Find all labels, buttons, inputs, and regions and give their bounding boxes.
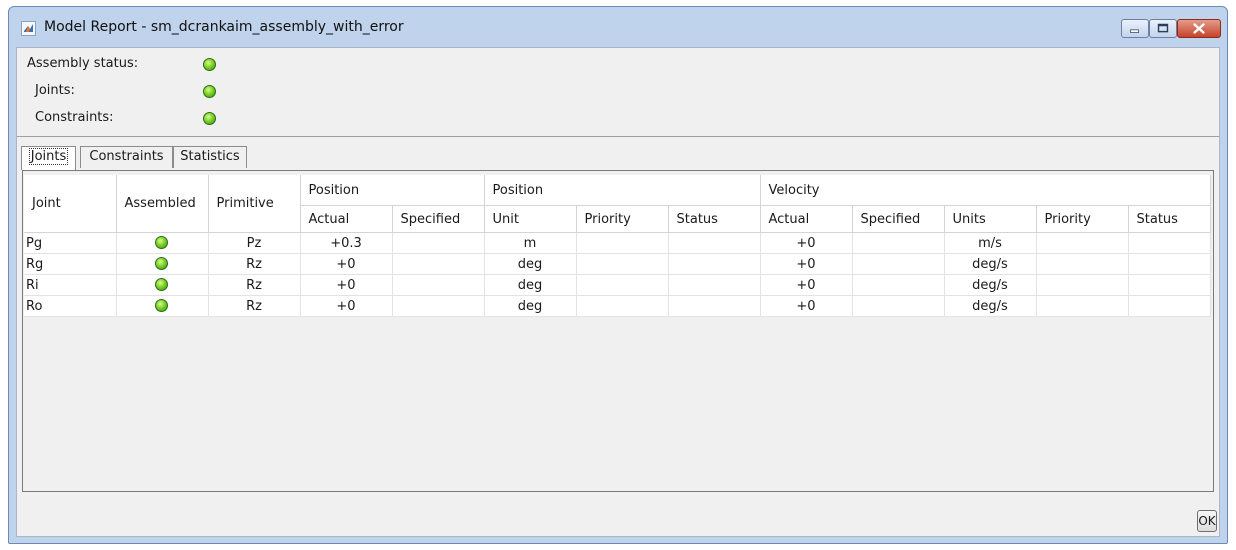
cell-primitive: Rz bbox=[208, 253, 301, 275]
cell-velocity-actual: +0 bbox=[760, 253, 853, 275]
header-position-priority[interactable]: Priority bbox=[576, 205, 669, 233]
constraints-status-label: Constraints: bbox=[35, 110, 114, 125]
assembly-status-label: Assembly status: bbox=[27, 56, 139, 71]
joints-status-label: Joints: bbox=[35, 83, 75, 98]
cell-assembled bbox=[116, 274, 209, 296]
header-velocity-priority[interactable]: Priority bbox=[1036, 205, 1129, 233]
cell-joint: Rg bbox=[24, 253, 117, 275]
cell-velocity-specified bbox=[852, 274, 945, 296]
header-position-status[interactable]: Status bbox=[668, 205, 761, 233]
header-assembled[interactable]: Assembled bbox=[116, 175, 209, 233]
cell-assembled bbox=[116, 295, 209, 317]
cell-position-specified bbox=[392, 274, 485, 296]
header-group-position-actual: Position bbox=[300, 175, 485, 206]
cell-primitive: Pz bbox=[208, 232, 301, 254]
cell-velocity-priority bbox=[1036, 232, 1129, 254]
maximize-button[interactable] bbox=[1149, 19, 1177, 38]
cell-position-unit: m bbox=[484, 232, 577, 254]
cell-velocity-actual: +0 bbox=[760, 274, 853, 296]
cell-position-status bbox=[668, 274, 761, 296]
cell-velocity-status bbox=[1128, 295, 1211, 317]
cell-velocity-units: m/s bbox=[944, 232, 1037, 254]
cell-velocity-actual: +0 bbox=[760, 295, 853, 317]
joints-status-indicator-icon bbox=[203, 85, 216, 98]
cell-position-priority bbox=[576, 253, 669, 275]
cell-velocity-specified bbox=[852, 232, 945, 254]
cell-assembled bbox=[116, 232, 209, 254]
cell-velocity-units: deg/s bbox=[944, 253, 1037, 275]
cell-velocity-units: deg/s bbox=[944, 295, 1037, 317]
cell-position-priority bbox=[576, 274, 669, 296]
header-velocity-units[interactable]: Units bbox=[944, 205, 1037, 233]
client-area: Assembly status: Joints: Constraints: Jo… bbox=[16, 47, 1220, 537]
table-row[interactable]: Pg Pz +0.3 m +0 m/s bbox=[24, 232, 1211, 254]
minimize-button[interactable] bbox=[1121, 19, 1149, 38]
header-joint[interactable]: Joint bbox=[24, 175, 117, 233]
assembled-ok-icon bbox=[154, 257, 168, 270]
cell-position-actual: +0 bbox=[300, 253, 393, 275]
ok-button[interactable]: OK bbox=[1197, 510, 1217, 532]
cell-position-unit: deg bbox=[484, 295, 577, 317]
joints-table: Joint Assembled Primitive Position Posit… bbox=[24, 175, 1211, 317]
header-velocity-actual[interactable]: Actual bbox=[760, 205, 853, 233]
table-row[interactable]: Ro Rz +0 deg +0 deg/s bbox=[24, 295, 1211, 317]
cell-velocity-priority bbox=[1036, 253, 1129, 275]
cell-position-status bbox=[668, 232, 761, 254]
cell-position-actual: +0 bbox=[300, 274, 393, 296]
assembly-status-indicator-icon bbox=[203, 58, 216, 71]
cell-velocity-status bbox=[1128, 232, 1211, 254]
tab-joints[interactable]: Joints bbox=[21, 146, 76, 170]
header-primitive[interactable]: Primitive bbox=[208, 175, 301, 233]
joints-table-frame: Joint Assembled Primitive Position Posit… bbox=[22, 170, 1214, 492]
header-velocity-status[interactable]: Status bbox=[1128, 205, 1211, 233]
cell-primitive: Rz bbox=[208, 295, 301, 317]
cell-position-specified bbox=[392, 295, 485, 317]
table-row[interactable]: Rg Rz +0 deg +0 deg/s bbox=[24, 253, 1211, 275]
header-group-velocity: Velocity bbox=[760, 175, 1211, 206]
header-position-specified[interactable]: Specified bbox=[392, 205, 485, 233]
table-row[interactable]: Ri Rz +0 deg +0 deg/s bbox=[24, 274, 1211, 296]
cell-position-unit: deg bbox=[484, 253, 577, 275]
cell-primitive: Rz bbox=[208, 274, 301, 296]
assembled-ok-icon bbox=[154, 278, 168, 291]
header-position-unit[interactable]: Unit bbox=[484, 205, 577, 233]
cell-velocity-priority bbox=[1036, 274, 1129, 296]
cell-position-actual: +0 bbox=[300, 295, 393, 317]
assembled-ok-icon bbox=[154, 236, 168, 249]
assembled-ok-icon bbox=[154, 299, 168, 312]
cell-joint: Ro bbox=[24, 295, 117, 317]
cell-velocity-specified bbox=[852, 253, 945, 275]
cell-position-specified bbox=[392, 253, 485, 275]
cell-velocity-units: deg/s bbox=[944, 274, 1037, 296]
cell-velocity-status bbox=[1128, 274, 1211, 296]
header-position-actual[interactable]: Actual bbox=[300, 205, 393, 233]
tab-statistics[interactable]: Statistics bbox=[173, 146, 247, 168]
close-button[interactable] bbox=[1177, 19, 1221, 38]
cell-position-priority bbox=[576, 232, 669, 254]
window-title: Model Report - sm_dcrankaim_assembly_wit… bbox=[44, 19, 404, 35]
cell-velocity-priority bbox=[1036, 295, 1129, 317]
cell-velocity-status bbox=[1128, 253, 1211, 275]
cell-position-status bbox=[668, 253, 761, 275]
cell-velocity-specified bbox=[852, 295, 945, 317]
title-bar[interactable]: Model Report - sm_dcrankaim_assembly_wit… bbox=[9, 7, 1227, 47]
tab-constraints[interactable]: Constraints bbox=[80, 146, 173, 168]
cell-assembled bbox=[116, 253, 209, 275]
matlab-app-icon bbox=[21, 21, 36, 36]
cell-joint: Pg bbox=[24, 232, 117, 254]
assembly-status-panel: Assembly status: Joints: Constraints: bbox=[17, 48, 1219, 137]
cell-position-specified bbox=[392, 232, 485, 254]
header-velocity-specified[interactable]: Specified bbox=[852, 205, 945, 233]
cell-joint: Ri bbox=[24, 274, 117, 296]
cell-position-unit: deg bbox=[484, 274, 577, 296]
constraints-status-indicator-icon bbox=[203, 112, 216, 125]
cell-velocity-actual: +0 bbox=[760, 232, 853, 254]
cell-position-priority bbox=[576, 295, 669, 317]
header-group-position-unit: Position bbox=[484, 175, 761, 206]
cell-position-actual: +0.3 bbox=[300, 232, 393, 254]
model-report-window: Model Report - sm_dcrankaim_assembly_wit… bbox=[8, 6, 1228, 544]
cell-position-status bbox=[668, 295, 761, 317]
